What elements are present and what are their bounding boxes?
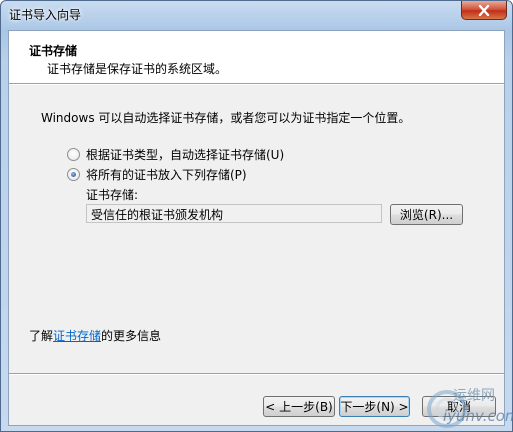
more-info-suffix: 的更多信息 xyxy=(101,329,162,343)
more-info-text: 了解证书存储的更多信息 xyxy=(29,327,161,344)
header-divider xyxy=(9,83,504,85)
wizard-header: 证书存储 证书存储是保存证书的系统区域。 xyxy=(9,31,504,83)
footer-divider xyxy=(9,373,504,375)
radio-place-in-store-label: 将所有的证书放入下列存储(P) xyxy=(86,168,247,182)
back-button[interactable]: < 上一步(B) xyxy=(263,396,335,417)
description-text: Windows 可以自动选择证书存储，或者您可以为证书指定一个位置。 xyxy=(41,111,411,125)
radio-auto-select-store[interactable]: 根据证书类型，自动选择证书存储(U) xyxy=(67,146,284,163)
window-title: 证书导入向导 xyxy=(9,8,82,22)
radio-auto-select-label: 根据证书类型，自动选择证书存储(U) xyxy=(86,148,285,162)
page-title: 证书存储 xyxy=(29,44,78,58)
cancel-button[interactable]: 取消 xyxy=(422,396,496,417)
more-info-prefix: 了解 xyxy=(29,329,54,343)
certificate-store-link[interactable]: 证书存储 xyxy=(53,329,101,343)
next-button[interactable]: 下一步(N) > xyxy=(339,396,410,417)
title-bar[interactable]: 证书导入向导 xyxy=(1,1,512,29)
page-subtitle: 证书存储是保存证书的系统区域。 xyxy=(47,62,228,76)
browse-button[interactable]: 浏览(R)... xyxy=(390,204,463,225)
radio-place-in-store[interactable]: 将所有的证书放入下列存储(P) xyxy=(67,166,247,183)
certificate-store-field: 受信任的根证书颁发机构 xyxy=(86,204,382,223)
wizard-window: 证书导入向导 证书存储 证书存储是保存证书的系统区域。 Windows 可以自动… xyxy=(0,0,513,432)
certificate-store-label: 证书存储: xyxy=(86,188,139,202)
close-icon xyxy=(478,4,490,16)
radio-unchecked-icon[interactable] xyxy=(67,148,80,161)
radio-checked-icon[interactable] xyxy=(67,168,80,181)
wizard-client-area: 证书存储 证书存储是保存证书的系统区域。 Windows 可以自动选择证书存储，… xyxy=(8,30,505,426)
close-button[interactable] xyxy=(461,1,507,20)
